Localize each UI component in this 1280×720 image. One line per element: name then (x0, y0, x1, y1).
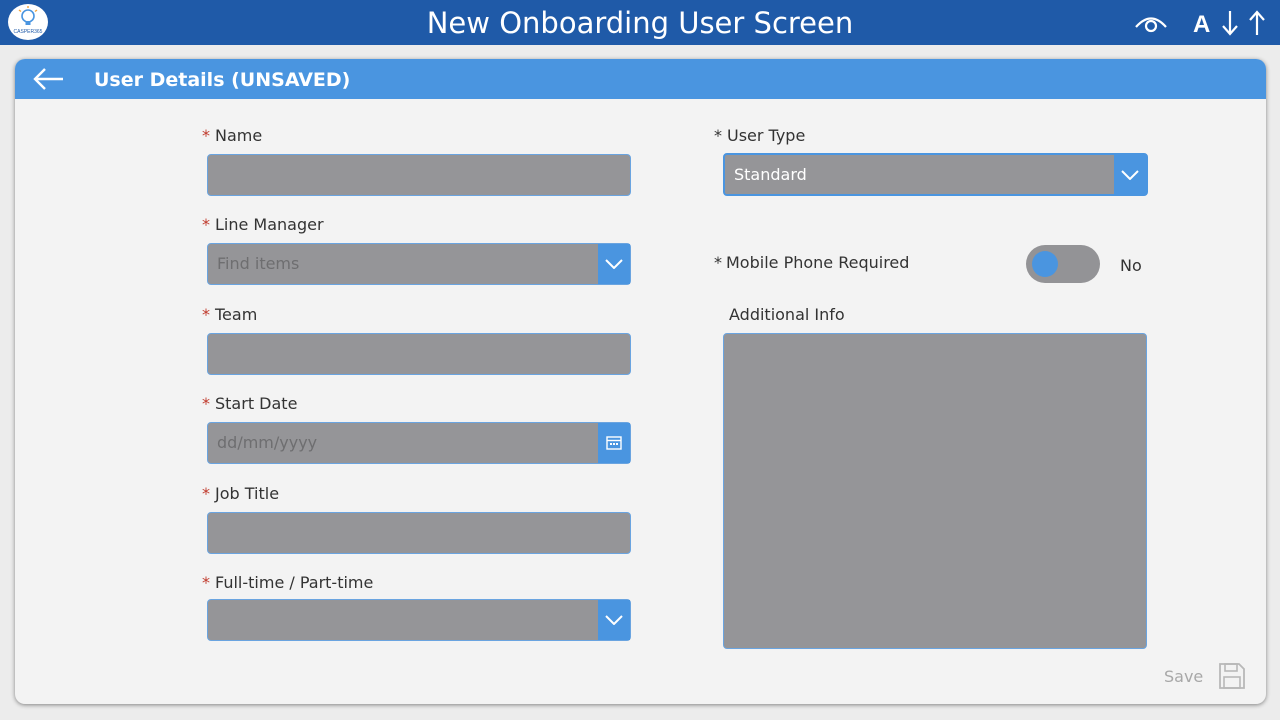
name-input[interactable] (207, 154, 631, 196)
font-size-sort-icon[interactable]: A (1193, 8, 1269, 43)
team-input[interactable] (207, 333, 631, 375)
card-header: User Details (UNSAVED) (15, 59, 1266, 99)
job-title-label: * Job Title (202, 484, 279, 503)
required-marker: * (202, 215, 210, 234)
mobile-phone-toggle[interactable] (1026, 245, 1100, 283)
additional-info-textarea[interactable] (723, 333, 1147, 649)
required-marker: * (202, 573, 210, 592)
card-title: User Details (UNSAVED) (94, 69, 351, 91)
user-type-dropdown[interactable]: Standard (723, 153, 1148, 196)
eye-icon[interactable] (1134, 10, 1168, 41)
required-marker: * (202, 394, 210, 413)
start-date-label-text: Start Date (215, 394, 298, 413)
additional-info-label: Additional Info (729, 305, 845, 324)
mobile-phone-label: * Mobile Phone Required (714, 253, 909, 272)
save-disk-icon[interactable] (1218, 662, 1246, 695)
required-marker: * (202, 484, 210, 503)
mobile-phone-label-text: Mobile Phone Required (726, 253, 910, 272)
employment-type-dropdown[interactable] (207, 599, 631, 641)
line-manager-combobox[interactable]: Find items (207, 243, 631, 285)
employment-type-label: * Full-time / Part-time (202, 573, 373, 592)
app-title: New Onboarding User Screen (426, 6, 854, 40)
calendar-icon[interactable] (598, 423, 630, 463)
user-type-label-text: User Type (727, 126, 806, 145)
required-marker: * (202, 305, 210, 324)
required-marker: * (714, 126, 722, 145)
save-button[interactable]: Save (1164, 667, 1203, 686)
chevron-down-icon[interactable] (598, 244, 630, 284)
job-title-input[interactable] (207, 512, 631, 554)
chevron-down-icon[interactable] (598, 600, 630, 640)
team-label: * Team (202, 305, 257, 324)
toggle-knob (1032, 251, 1058, 277)
start-date-placeholder: dd/mm/yyyy (217, 433, 318, 452)
user-details-card: User Details (UNSAVED) * Name * Line Manag… (15, 59, 1266, 704)
name-label-text: Name (215, 126, 263, 145)
team-label-text: Team (215, 305, 258, 324)
back-arrow-icon[interactable] (33, 67, 65, 91)
chevron-down-icon[interactable] (1114, 155, 1146, 194)
app-header: CASPER365 New Onboarding User Screen A (0, 0, 1280, 45)
start-date-label: * Start Date (202, 394, 297, 413)
line-manager-label-text: Line Manager (215, 215, 324, 234)
line-manager-placeholder: Find items (217, 254, 300, 273)
job-title-label-text: Job Title (215, 484, 280, 503)
line-manager-label: * Line Manager (202, 215, 324, 234)
mobile-phone-toggle-value: No (1120, 256, 1142, 275)
user-type-value: Standard (734, 165, 807, 184)
user-type-label: * User Type (714, 126, 805, 145)
required-marker: * (714, 253, 722, 272)
required-marker: * (202, 126, 210, 145)
name-label: * Name (202, 126, 262, 145)
employment-type-label-text: Full-time / Part-time (215, 573, 374, 592)
font-size-letter: A (1193, 11, 1210, 38)
start-date-picker[interactable]: dd/mm/yyyy (207, 422, 631, 464)
